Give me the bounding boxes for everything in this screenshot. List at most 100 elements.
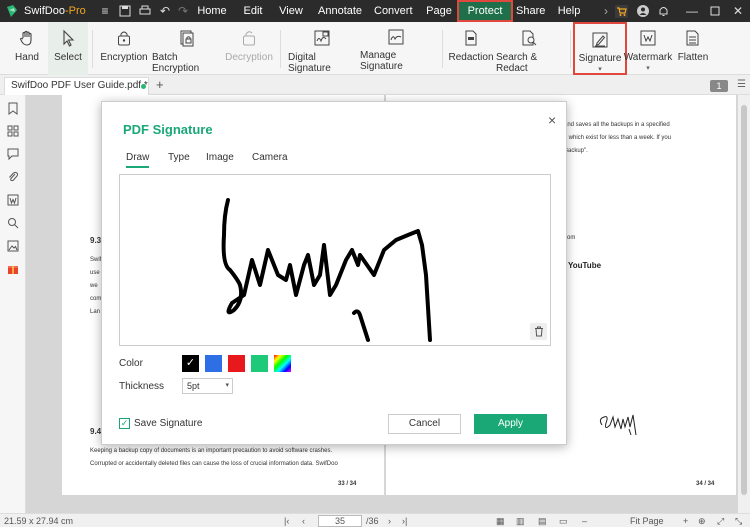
bookmark-icon[interactable] <box>6 101 20 115</box>
menu-protect[interactable]: Protect <box>457 0 513 22</box>
zoom-level-icon[interactable]: ⊕ <box>698 516 706 527</box>
page-count-badge: 1 <box>710 80 728 92</box>
placed-signature-image[interactable] <box>596 405 656 445</box>
digital-signature-icon <box>312 28 332 48</box>
manage-signature-button[interactable]: Manage Signature ▾ <box>360 22 432 81</box>
custom-color-picker[interactable] <box>274 355 291 372</box>
redo-icon[interactable]: ↷ <box>176 4 190 18</box>
flatten-icon <box>683 28 703 48</box>
gift-icon[interactable] <box>6 262 20 276</box>
body-text-line: com <box>90 296 102 302</box>
select-label: Select <box>54 52 82 63</box>
pdf-signature-dialog: PDF Signature × Draw Type Image Camera C… <box>101 101 567 445</box>
print-icon[interactable] <box>138 4 152 18</box>
menu-page[interactable]: Page <box>426 0 452 22</box>
next-page-icon[interactable]: › <box>388 516 391 526</box>
menu-help[interactable]: Help <box>557 0 581 22</box>
zoom-in-icon[interactable]: + <box>683 516 688 526</box>
first-page-icon[interactable]: |‹ <box>284 516 289 526</box>
color-swatch-red[interactable] <box>228 355 245 372</box>
save-icon[interactable] <box>118 4 132 18</box>
fit-page-icon[interactable]: ⤡ <box>735 516 742 527</box>
add-tab-button[interactable]: + <box>156 77 164 92</box>
digital-signature-button[interactable]: Digital Signature <box>288 22 356 75</box>
thickness-select[interactable]: 5pt ▾ <box>182 378 233 394</box>
close-icon[interactable]: × <box>548 112 556 128</box>
encryption-label: Encryption <box>100 52 148 63</box>
batch-encryption-button[interactable]: Batch Encryption <box>152 22 222 75</box>
body-text-line: we <box>90 283 98 289</box>
thumbnails-icon[interactable] <box>6 124 20 138</box>
page-number: 33 / 34 <box>338 481 357 487</box>
search-icon[interactable] <box>6 216 20 230</box>
image-icon[interactable] <box>6 239 20 253</box>
menu-convert[interactable]: Convert <box>374 0 413 22</box>
hamburger-menu-icon[interactable]: ☰ <box>737 79 746 90</box>
batch-encryption-label: Batch Encryption <box>152 52 200 74</box>
menu-edit[interactable]: Edit <box>240 0 266 22</box>
signature-button[interactable]: Signature ▾ <box>573 22 627 75</box>
comment-icon[interactable] <box>6 147 20 161</box>
menu-icon[interactable]: ≡ <box>98 4 112 18</box>
tab-draw[interactable]: Draw <box>126 152 150 168</box>
signature-drawing-canvas[interactable] <box>119 174 551 346</box>
clear-canvas-button[interactable] <box>530 323 547 340</box>
menu-view[interactable]: View <box>278 0 304 22</box>
menu-home[interactable]: Home <box>196 0 228 22</box>
select-tool-button[interactable]: Select <box>48 22 88 75</box>
hand-tool-button[interactable]: Hand <box>6 22 48 75</box>
color-swatch-black[interactable]: ✓ <box>182 355 199 372</box>
user-avatar-icon[interactable] <box>636 4 650 18</box>
zoom-mode-select[interactable]: Fit Page <box>630 516 664 526</box>
previous-page-icon[interactable]: ‹ <box>302 516 305 526</box>
last-page-icon[interactable]: ›| <box>402 516 407 526</box>
manage-signature-label: Manage Signature <box>360 50 403 72</box>
checkmark-icon: ✓ <box>185 357 196 369</box>
expand-icon[interactable]: ⤢ <box>717 516 724 527</box>
current-page-input[interactable]: 35 <box>318 515 362 527</box>
signature-panel-icon[interactable] <box>6 193 20 207</box>
body-text-line: Corrupted or accidentally deleted files … <box>90 461 338 467</box>
left-sidebar <box>0 95 26 513</box>
fullscreen-view-icon[interactable]: ▭ <box>559 516 568 527</box>
swifdoo-logo-icon <box>4 3 20 19</box>
document-tab[interactable]: SwifDoo PDF User Guide.pdf * <box>4 77 149 95</box>
tab-type[interactable]: Type <box>168 152 190 163</box>
double-page-view-icon[interactable]: ▥ <box>516 516 525 527</box>
lock-icon <box>114 28 134 48</box>
scroll-view-icon[interactable]: ▤ <box>538 516 547 527</box>
cancel-button[interactable]: Cancel <box>388 414 461 434</box>
decryption-button[interactable]: Decryption <box>225 22 273 75</box>
body-text-line: Keeping a backup copy of documents is an… <box>90 448 333 454</box>
color-swatch-blue[interactable] <box>205 355 222 372</box>
single-page-view-icon[interactable]: ▦ <box>496 516 505 527</box>
redaction-button[interactable]: Redaction <box>448 22 494 75</box>
encryption-button[interactable]: Encryption <box>100 22 148 75</box>
flatten-button[interactable]: Flatten <box>672 22 714 75</box>
close-window-icon[interactable]: ✕ <box>731 4 745 18</box>
app-name: SwifDoo <box>24 5 65 17</box>
attachment-icon[interactable] <box>6 170 20 184</box>
tab-image[interactable]: Image <box>206 152 234 163</box>
menu-annotate[interactable]: Annotate <box>318 0 362 22</box>
apply-button[interactable]: Apply <box>474 414 547 434</box>
minimize-icon[interactable]: — <box>685 4 699 18</box>
zoom-out-icon[interactable]: – <box>582 516 587 526</box>
maximize-icon[interactable] <box>708 4 722 18</box>
scrollbar-thumb[interactable] <box>741 105 747 495</box>
vertical-scrollbar[interactable] <box>738 95 750 513</box>
save-signature-checkbox[interactable]: ✓ <box>119 418 130 429</box>
unlock-icon <box>239 28 259 48</box>
redaction-label: Redaction <box>448 52 494 63</box>
undo-icon[interactable]: ↶ <box>158 4 172 18</box>
cart-icon[interactable] <box>614 4 628 18</box>
menu-share[interactable]: Share <box>516 0 545 22</box>
color-swatch-green[interactable] <box>251 355 268 372</box>
chevron-right-icon[interactable]: › <box>599 4 613 18</box>
document-tab-bar: SwifDoo PDF User Guide.pdf * + 1 ☰ <box>0 75 750 95</box>
decryption-label: Decryption <box>225 52 273 63</box>
watermark-button[interactable]: Watermark ▾ <box>624 22 672 75</box>
tab-camera[interactable]: Camera <box>252 152 288 163</box>
bell-icon[interactable] <box>656 4 670 18</box>
search-redact-button[interactable]: Search & Redact <box>496 22 562 75</box>
